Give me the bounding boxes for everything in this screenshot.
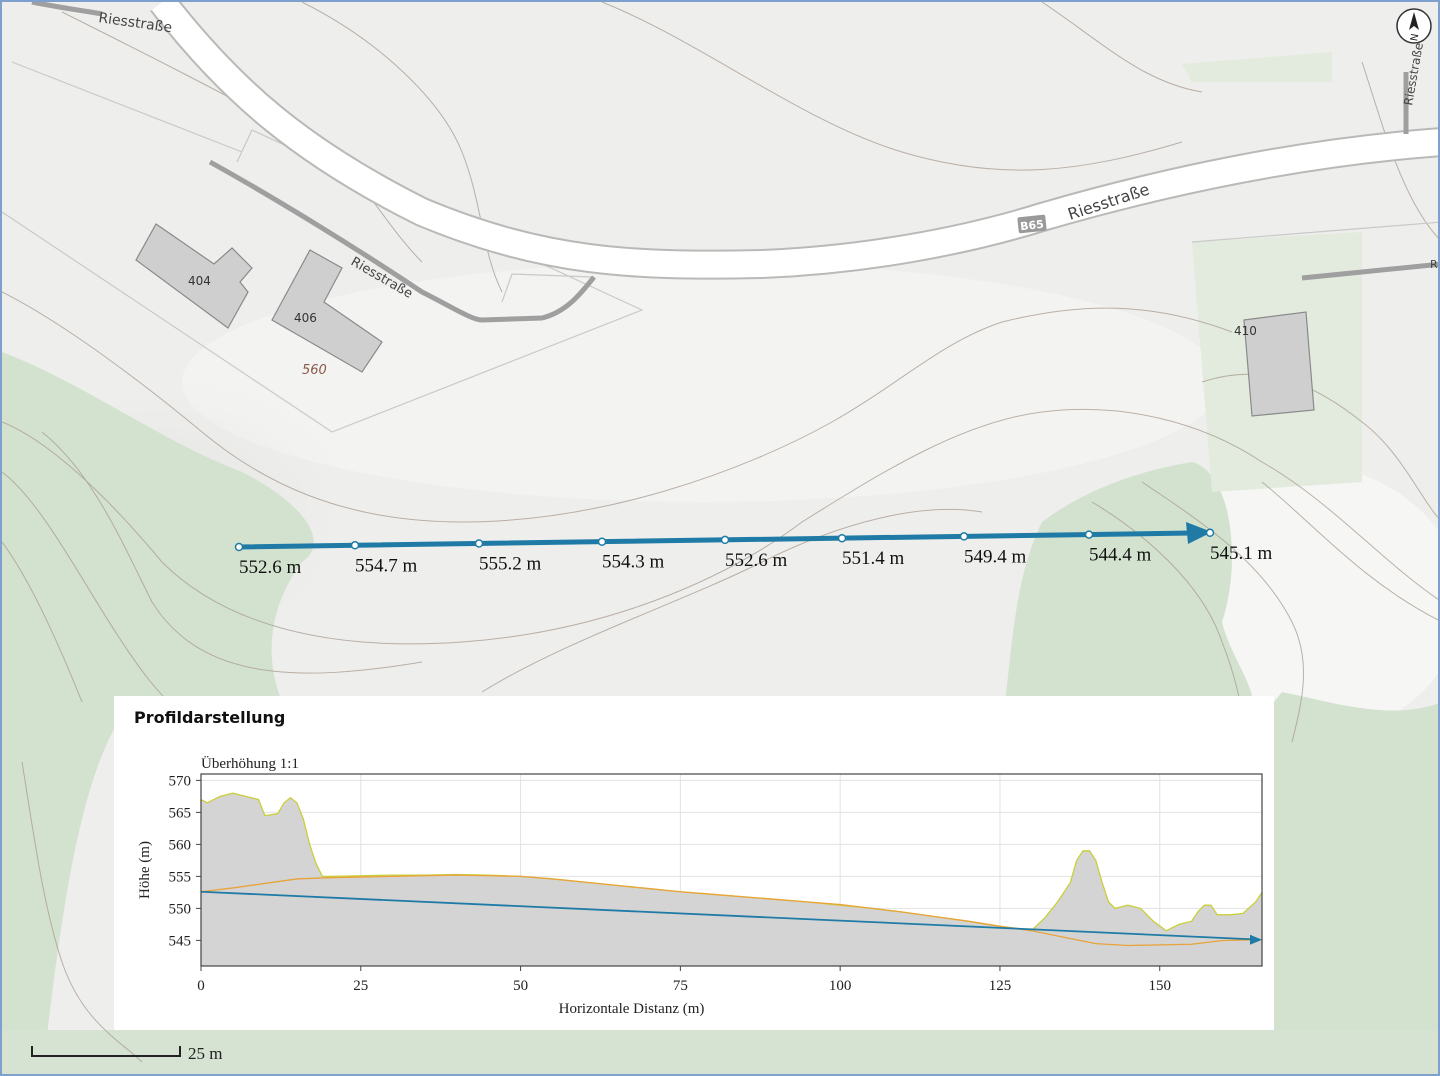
measure-point-label: 545.1 m (1210, 543, 1273, 564)
forest-area-east (1274, 692, 1438, 1074)
profile-panel[interactable]: Profildarstellung 0 25 50 75 100 125 150 545 550… (114, 696, 1274, 1030)
scale-label: 25 m (188, 1044, 222, 1063)
contour-label-560: 560 (302, 363, 327, 378)
measure-point[interactable] (234, 542, 244, 552)
x-tick-label: 50 (513, 978, 528, 994)
y-axis-label: Höhe (m) (137, 841, 153, 899)
map-view[interactable]: 404 406 410 560 Riesstraße Riesstraße Ri… (0, 0, 1440, 1076)
x-axis-label: Horizontale Distanz (m) (559, 1001, 705, 1017)
building-number-410: 410 (1234, 324, 1257, 338)
measure-point[interactable] (1084, 530, 1094, 539)
svg-text:B65: B65 (1020, 218, 1045, 233)
y-tick-label: 560 (169, 837, 192, 853)
measure-point-label: 551.4 m (842, 548, 905, 569)
measure-point[interactable] (837, 533, 847, 543)
measure-point[interactable] (597, 537, 607, 546)
measure-point-label: 552.6 m (239, 557, 302, 578)
measure-point[interactable] (350, 541, 360, 550)
road-badge-b65: B65 (1017, 214, 1047, 234)
x-tick-label: 75 (673, 978, 688, 994)
measure-point-label: 544.4 m (1089, 545, 1152, 566)
profile-chart[interactable]: 0 25 50 75 100 125 150 545 550 555 560 565 570 Überhö… (114, 696, 1274, 1030)
chart-subtitle: Überhöhung 1:1 (201, 755, 299, 772)
y-tick-label: 550 (169, 901, 192, 917)
x-tick-label: 100 (829, 978, 852, 994)
street-label-edge: R (1430, 258, 1438, 271)
measure-point-label: 552.6 m (725, 550, 788, 571)
x-tick-label: 150 (1148, 978, 1171, 994)
x-tick-label: 0 (197, 978, 205, 994)
measure-point-label: 555.2 m (479, 554, 542, 575)
building-number-406: 406 (294, 311, 317, 325)
measure-point-label: 554.3 m (602, 552, 665, 573)
measure-point[interactable] (959, 532, 969, 541)
measure-point-label: 549.4 m (964, 546, 1027, 567)
measure-point-label: 554.7 m (355, 555, 418, 576)
measure-point[interactable] (720, 535, 730, 545)
y-tick-label: 570 (169, 773, 192, 789)
x-tick-label: 25 (353, 978, 368, 994)
building-number-404: 404 (188, 274, 211, 288)
measure-point[interactable] (1205, 528, 1215, 538)
y-tick-label: 545 (169, 933, 192, 949)
y-tick-label: 565 (169, 805, 192, 821)
measure-point[interactable] (474, 539, 484, 548)
y-tick-label: 555 (169, 869, 192, 885)
north-arrow[interactable]: N (1396, 8, 1432, 44)
x-tick-label: 125 (989, 978, 1012, 994)
